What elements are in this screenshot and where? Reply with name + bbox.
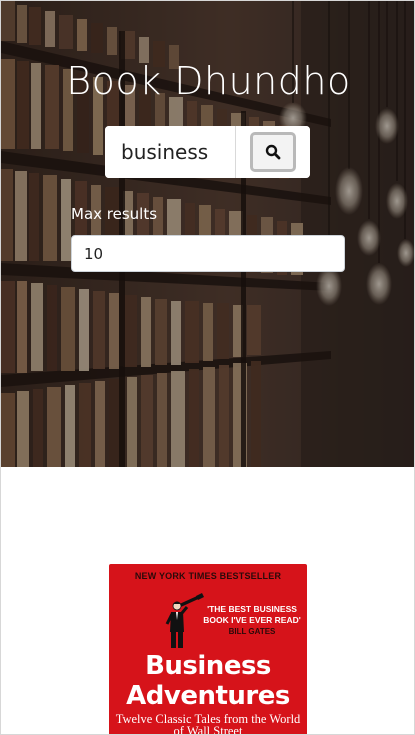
cover-book-title: Business Adventures: [126, 651, 290, 711]
max-results-input[interactable]: [71, 235, 345, 272]
cover-bestseller-banner: NEW YORK TIMES BESTSELLER: [134, 571, 282, 581]
search-button[interactable]: [250, 132, 296, 172]
cover-quote-text: 'THE BEST BUSINESS BOOK I'VE EVER READ': [203, 604, 301, 625]
hero-section: Book Dhundho Max results: [1, 1, 414, 467]
max-results-label: Max results: [71, 205, 158, 223]
search-input[interactable]: [105, 126, 236, 178]
book-cover-result[interactable]: NEW YORK TIMES BESTSELLER 'THE BEST BUSI…: [109, 564, 307, 735]
app-frame: Book Dhundho Max results NEW YORK TIMES …: [0, 0, 415, 735]
search-button-container: [236, 126, 310, 178]
search-bar: [105, 126, 310, 178]
app-title: Book Dhundho: [66, 59, 351, 103]
search-icon: [265, 144, 281, 160]
cover-quote-author: BILL GATES: [228, 627, 276, 636]
cover-book-subtitle: Twelve Classic Tales from the World of W…: [115, 712, 301, 735]
